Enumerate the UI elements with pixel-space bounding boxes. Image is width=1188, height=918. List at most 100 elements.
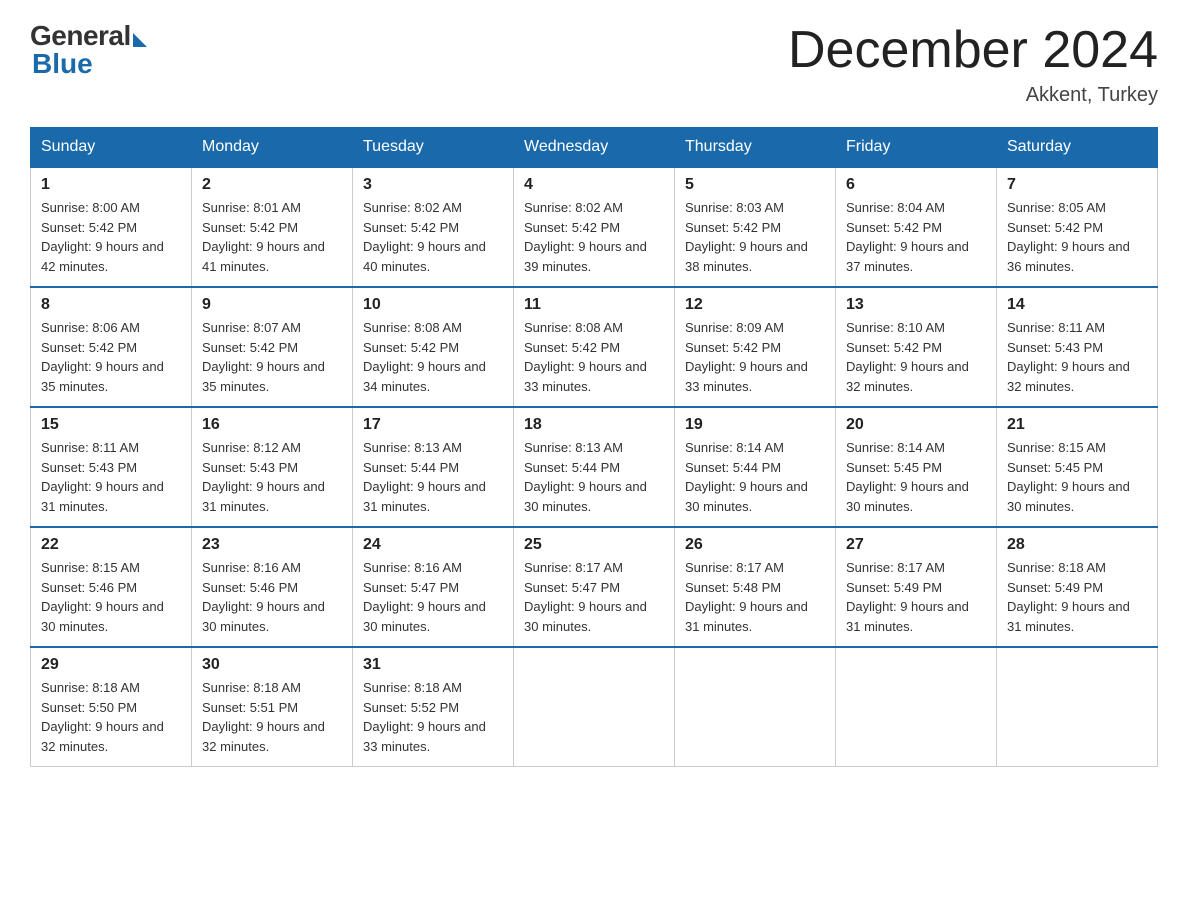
day-info: Sunrise: 8:17 AM Sunset: 5:48 PM Dayligh… — [685, 558, 825, 636]
daylight-label: Daylight: 9 hours and 30 minutes. — [846, 479, 969, 514]
sunrise-label: Sunrise: 8:08 AM — [363, 320, 462, 335]
sunrise-label: Sunrise: 8:06 AM — [41, 320, 140, 335]
day-number: 29 — [41, 656, 181, 674]
sunrise-label: Sunrise: 8:17 AM — [846, 560, 945, 575]
day-number: 16 — [202, 416, 342, 434]
daylight-label: Daylight: 9 hours and 35 minutes. — [41, 359, 164, 394]
calendar-cell: 17 Sunrise: 8:13 AM Sunset: 5:44 PM Dayl… — [353, 407, 514, 527]
sunset-label: Sunset: 5:52 PM — [363, 700, 459, 715]
day-number: 4 — [524, 176, 664, 194]
daylight-label: Daylight: 9 hours and 30 minutes. — [685, 479, 808, 514]
calendar-cell: 24 Sunrise: 8:16 AM Sunset: 5:47 PM Dayl… — [353, 527, 514, 647]
daylight-label: Daylight: 9 hours and 34 minutes. — [363, 359, 486, 394]
day-info: Sunrise: 8:14 AM Sunset: 5:44 PM Dayligh… — [685, 438, 825, 516]
logo-blue-text: Blue — [32, 48, 93, 80]
sunrise-label: Sunrise: 8:02 AM — [524, 200, 623, 215]
calendar-week-row: 8 Sunrise: 8:06 AM Sunset: 5:42 PM Dayli… — [31, 287, 1158, 407]
day-number: 14 — [1007, 296, 1147, 314]
calendar-cell: 20 Sunrise: 8:14 AM Sunset: 5:45 PM Dayl… — [836, 407, 997, 527]
sunrise-label: Sunrise: 8:15 AM — [41, 560, 140, 575]
sunset-label: Sunset: 5:42 PM — [202, 340, 298, 355]
daylight-label: Daylight: 9 hours and 42 minutes. — [41, 239, 164, 274]
daylight-label: Daylight: 9 hours and 39 minutes. — [524, 239, 647, 274]
daylight-label: Daylight: 9 hours and 37 minutes. — [846, 239, 969, 274]
day-info: Sunrise: 8:15 AM Sunset: 5:45 PM Dayligh… — [1007, 438, 1147, 516]
sunset-label: Sunset: 5:46 PM — [41, 580, 137, 595]
calendar-cell: 29 Sunrise: 8:18 AM Sunset: 5:50 PM Dayl… — [31, 647, 192, 767]
sunset-label: Sunset: 5:42 PM — [202, 220, 298, 235]
daylight-label: Daylight: 9 hours and 30 minutes. — [202, 599, 325, 634]
calendar-header-wednesday: Wednesday — [514, 128, 675, 168]
calendar-cell: 28 Sunrise: 8:18 AM Sunset: 5:49 PM Dayl… — [997, 527, 1158, 647]
daylight-label: Daylight: 9 hours and 33 minutes. — [363, 719, 486, 754]
sunset-label: Sunset: 5:42 PM — [685, 220, 781, 235]
calendar-cell: 30 Sunrise: 8:18 AM Sunset: 5:51 PM Dayl… — [192, 647, 353, 767]
calendar-cell: 8 Sunrise: 8:06 AM Sunset: 5:42 PM Dayli… — [31, 287, 192, 407]
day-info: Sunrise: 8:13 AM Sunset: 5:44 PM Dayligh… — [524, 438, 664, 516]
page-header: General Blue December 2024 Akkent, Turke… — [30, 20, 1158, 107]
location: Akkent, Turkey — [788, 84, 1158, 107]
day-info: Sunrise: 8:13 AM Sunset: 5:44 PM Dayligh… — [363, 438, 503, 516]
sunrise-label: Sunrise: 8:04 AM — [846, 200, 945, 215]
day-number: 8 — [41, 296, 181, 314]
day-number: 30 — [202, 656, 342, 674]
logo: General Blue — [30, 20, 147, 80]
daylight-label: Daylight: 9 hours and 31 minutes. — [41, 479, 164, 514]
calendar-cell: 31 Sunrise: 8:18 AM Sunset: 5:52 PM Dayl… — [353, 647, 514, 767]
sunrise-label: Sunrise: 8:14 AM — [846, 440, 945, 455]
sunrise-label: Sunrise: 8:12 AM — [202, 440, 301, 455]
sunrise-label: Sunrise: 8:08 AM — [524, 320, 623, 335]
day-number: 31 — [363, 656, 503, 674]
day-info: Sunrise: 8:02 AM Sunset: 5:42 PM Dayligh… — [363, 198, 503, 276]
sunset-label: Sunset: 5:51 PM — [202, 700, 298, 715]
day-info: Sunrise: 8:06 AM Sunset: 5:42 PM Dayligh… — [41, 318, 181, 396]
calendar-cell: 6 Sunrise: 8:04 AM Sunset: 5:42 PM Dayli… — [836, 167, 997, 287]
calendar-cell: 9 Sunrise: 8:07 AM Sunset: 5:42 PM Dayli… — [192, 287, 353, 407]
sunrise-label: Sunrise: 8:10 AM — [846, 320, 945, 335]
calendar-header-tuesday: Tuesday — [353, 128, 514, 168]
sunrise-label: Sunrise: 8:00 AM — [41, 200, 140, 215]
day-number: 18 — [524, 416, 664, 434]
sunset-label: Sunset: 5:43 PM — [202, 460, 298, 475]
daylight-label: Daylight: 9 hours and 32 minutes. — [1007, 359, 1130, 394]
calendar-week-row: 1 Sunrise: 8:00 AM Sunset: 5:42 PM Dayli… — [31, 167, 1158, 287]
daylight-label: Daylight: 9 hours and 38 minutes. — [685, 239, 808, 274]
daylight-label: Daylight: 9 hours and 31 minutes. — [846, 599, 969, 634]
sunset-label: Sunset: 5:45 PM — [846, 460, 942, 475]
calendar-week-row: 15 Sunrise: 8:11 AM Sunset: 5:43 PM Dayl… — [31, 407, 1158, 527]
sunset-label: Sunset: 5:45 PM — [1007, 460, 1103, 475]
day-info: Sunrise: 8:08 AM Sunset: 5:42 PM Dayligh… — [524, 318, 664, 396]
sunset-label: Sunset: 5:43 PM — [1007, 340, 1103, 355]
daylight-label: Daylight: 9 hours and 31 minutes. — [363, 479, 486, 514]
day-number: 26 — [685, 536, 825, 554]
calendar-cell: 3 Sunrise: 8:02 AM Sunset: 5:42 PM Dayli… — [353, 167, 514, 287]
day-number: 22 — [41, 536, 181, 554]
sunset-label: Sunset: 5:49 PM — [1007, 580, 1103, 595]
daylight-label: Daylight: 9 hours and 30 minutes. — [524, 599, 647, 634]
day-number: 24 — [363, 536, 503, 554]
day-info: Sunrise: 8:07 AM Sunset: 5:42 PM Dayligh… — [202, 318, 342, 396]
sunrise-label: Sunrise: 8:17 AM — [685, 560, 784, 575]
day-number: 21 — [1007, 416, 1147, 434]
calendar-header-saturday: Saturday — [997, 128, 1158, 168]
sunrise-label: Sunrise: 8:17 AM — [524, 560, 623, 575]
day-info: Sunrise: 8:18 AM Sunset: 5:52 PM Dayligh… — [363, 678, 503, 756]
sunrise-label: Sunrise: 8:07 AM — [202, 320, 301, 335]
sunset-label: Sunset: 5:42 PM — [846, 340, 942, 355]
calendar-cell: 27 Sunrise: 8:17 AM Sunset: 5:49 PM Dayl… — [836, 527, 997, 647]
logo-triangle-icon — [133, 33, 147, 47]
calendar-cell: 5 Sunrise: 8:03 AM Sunset: 5:42 PM Dayli… — [675, 167, 836, 287]
calendar-cell: 12 Sunrise: 8:09 AM Sunset: 5:42 PM Dayl… — [675, 287, 836, 407]
calendar-cell — [514, 647, 675, 767]
calendar-cell — [675, 647, 836, 767]
day-number: 9 — [202, 296, 342, 314]
day-info: Sunrise: 8:05 AM Sunset: 5:42 PM Dayligh… — [1007, 198, 1147, 276]
day-number: 23 — [202, 536, 342, 554]
day-number: 2 — [202, 176, 342, 194]
calendar-cell: 4 Sunrise: 8:02 AM Sunset: 5:42 PM Dayli… — [514, 167, 675, 287]
calendar-cell: 16 Sunrise: 8:12 AM Sunset: 5:43 PM Dayl… — [192, 407, 353, 527]
day-info: Sunrise: 8:09 AM Sunset: 5:42 PM Dayligh… — [685, 318, 825, 396]
month-title: December 2024 — [788, 20, 1158, 80]
daylight-label: Daylight: 9 hours and 32 minutes. — [846, 359, 969, 394]
calendar-header-thursday: Thursday — [675, 128, 836, 168]
